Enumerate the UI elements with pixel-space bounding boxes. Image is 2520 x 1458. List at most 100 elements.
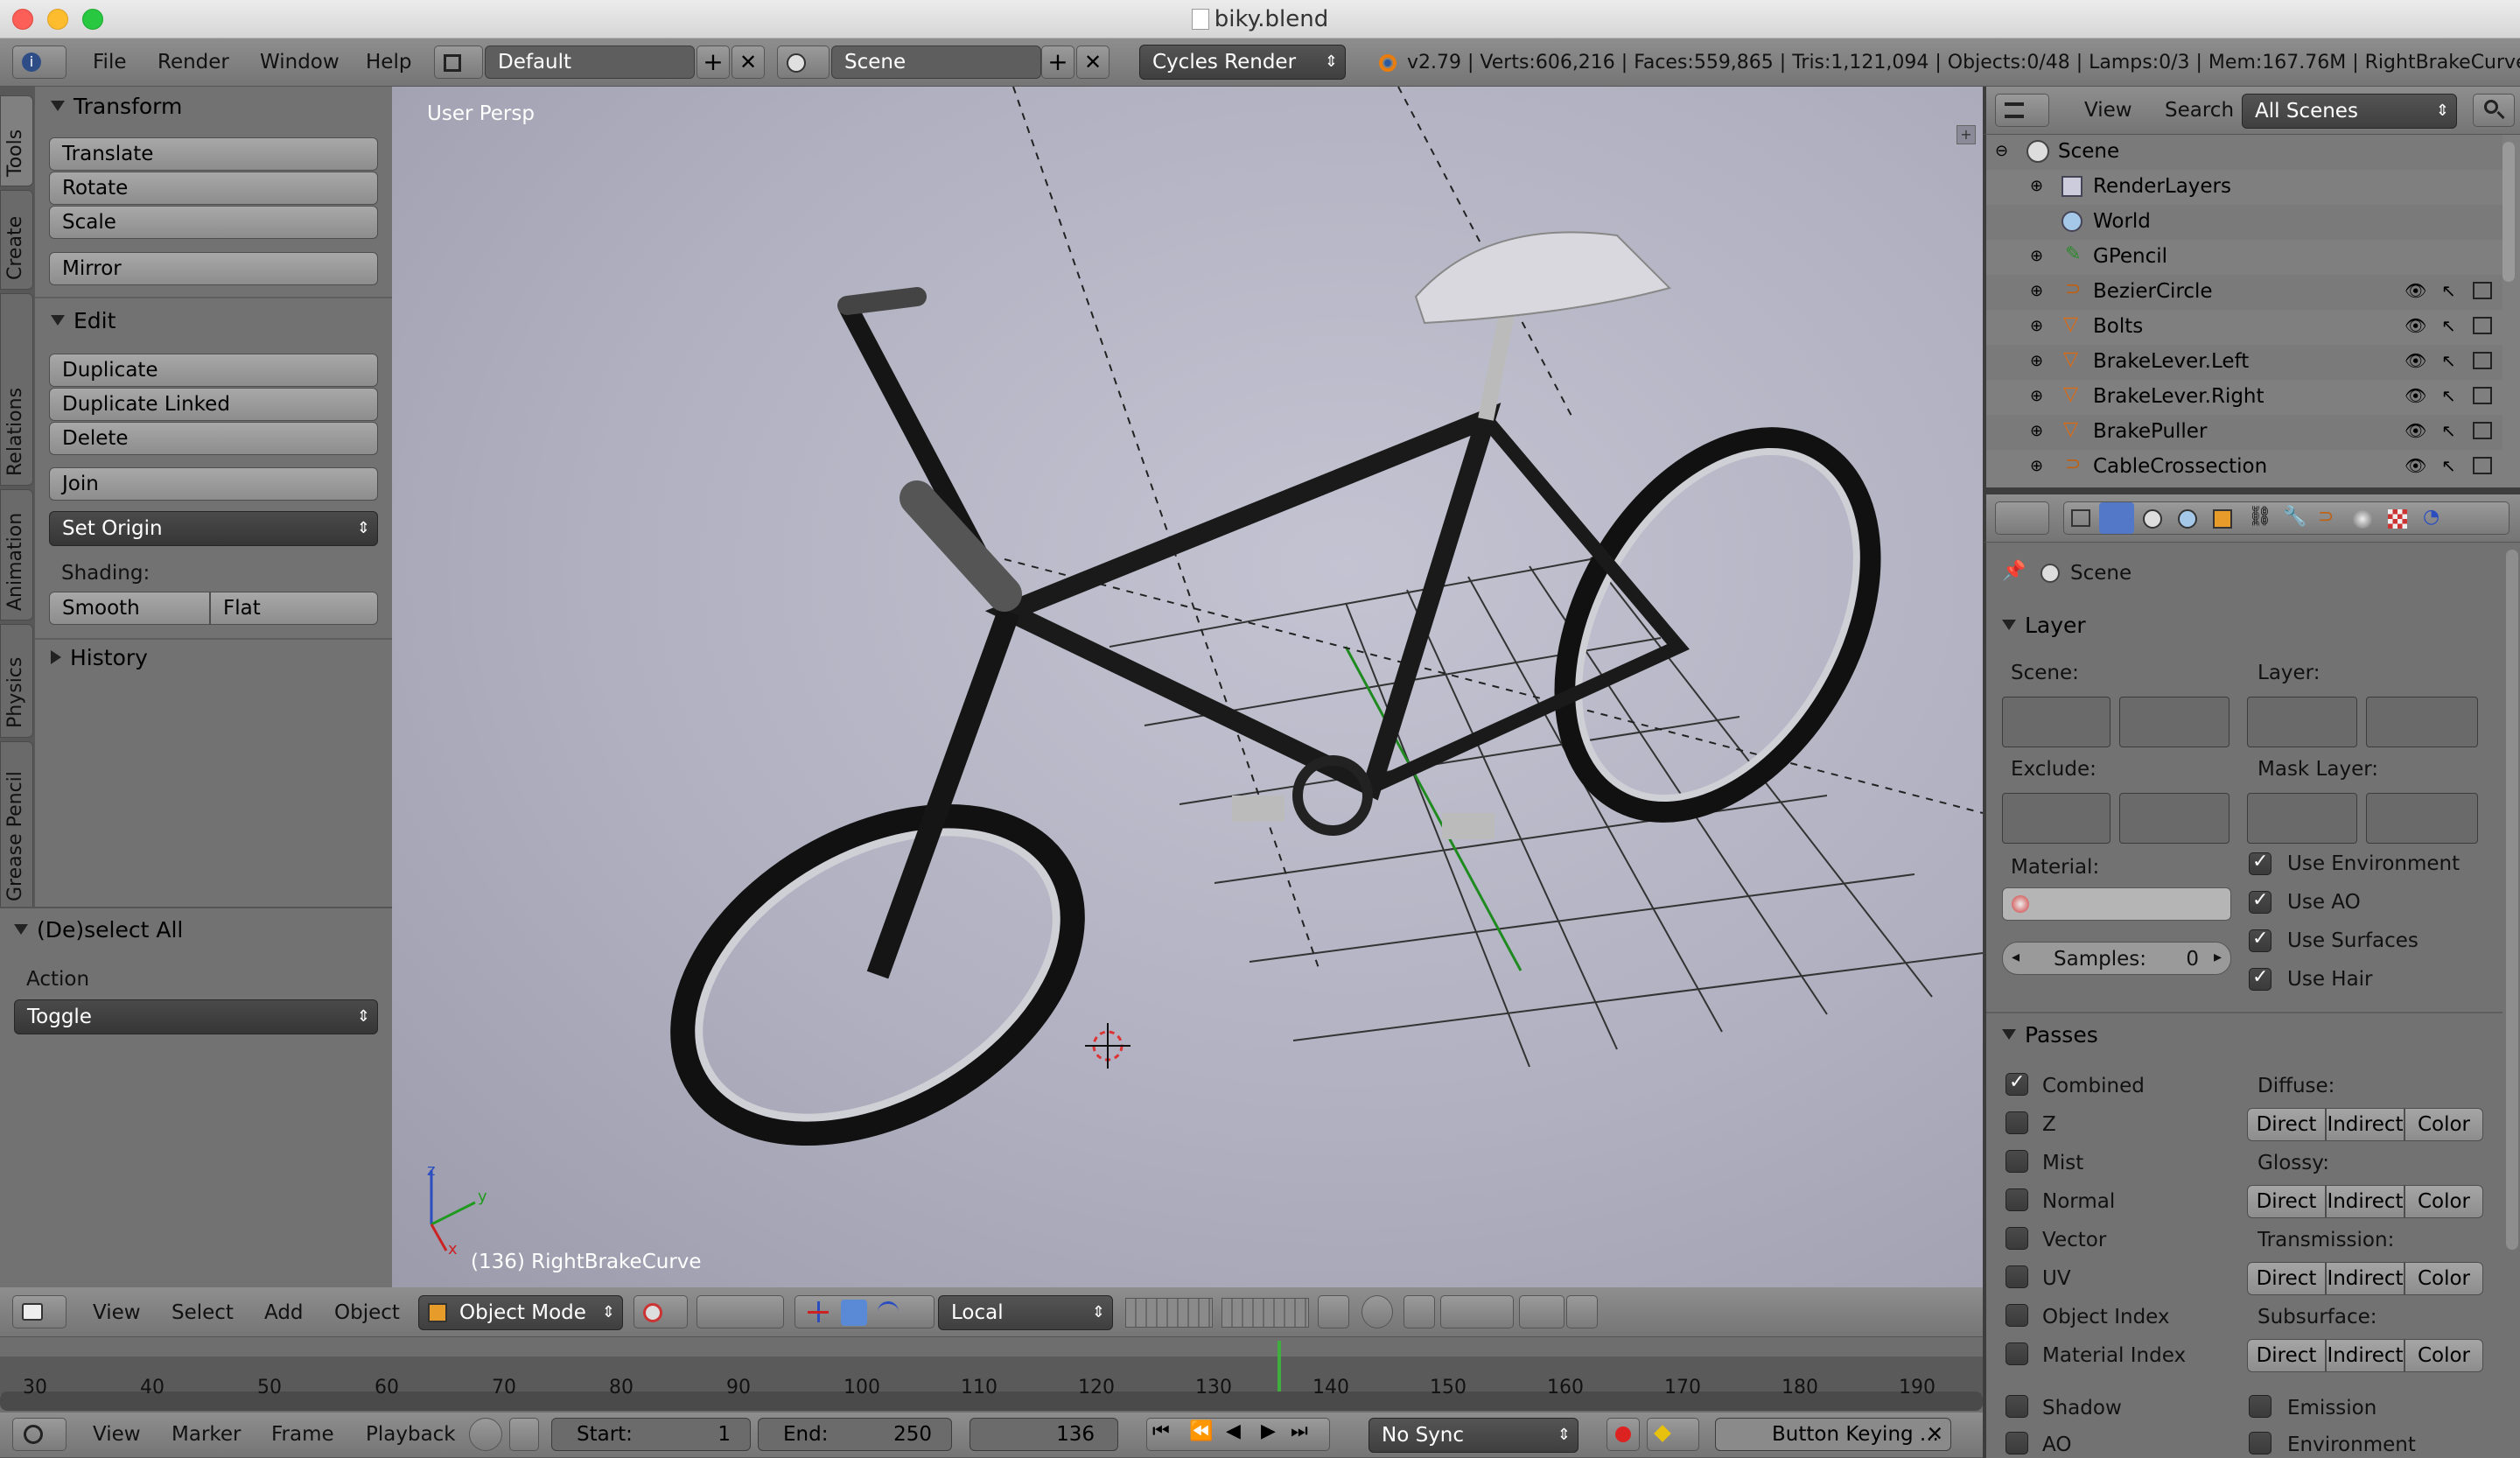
object-index-pass-checkbox[interactable] <box>2006 1304 2028 1327</box>
samples-field[interactable]: ◂ Samples: 0 ▸ <box>2002 942 2231 975</box>
transmission-color-button[interactable]: Color <box>2404 1262 2483 1295</box>
z-pass-checkbox[interactable] <box>2006 1111 2028 1134</box>
expand-icon[interactable]: ⊕ <box>2030 387 2043 405</box>
menu-render[interactable]: Render <box>149 46 238 79</box>
expand-icon[interactable]: ⊕ <box>2030 282 2043 300</box>
expand-icon[interactable]: ⊕ <box>2030 317 2043 335</box>
selectable-cursor-icon[interactable]: ↖ <box>2441 420 2456 441</box>
pin-icon[interactable]: 📌 <box>2002 560 2026 582</box>
outliner-menu-search[interactable]: Search <box>2156 94 2243 127</box>
flat-button[interactable]: Flat <box>210 592 378 625</box>
render-tab-icon[interactable] <box>2071 509 2090 527</box>
use-environment-checkbox[interactable] <box>2249 851 2272 875</box>
expand-icon[interactable]: ⊕ <box>2030 177 2043 195</box>
constraints-tab-icon[interactable]: ⛓ <box>2248 506 2272 528</box>
start-frame-field[interactable]: Start: 1 <box>551 1418 751 1451</box>
expand-icon[interactable]: ⊕ <box>2030 422 2043 440</box>
viewport-shading-icon[interactable] <box>634 1295 688 1328</box>
selectable-cursor-icon[interactable]: ↖ <box>2441 315 2456 336</box>
transform-orientation-dropdown[interactable]: Local ⇕ <box>938 1295 1113 1330</box>
play-reverse-icon[interactable]: ◀ <box>1226 1420 1241 1442</box>
menu-view[interactable]: View <box>84 1418 150 1451</box>
jump-end-icon[interactable]: ⏭ <box>1291 1420 1308 1442</box>
use-hair-checkbox[interactable] <box>2249 966 2272 991</box>
editor-type-button[interactable]: i <box>12 46 66 79</box>
selectable-cursor-icon[interactable]: ↖ <box>2441 455 2456 476</box>
mode-dropdown[interactable]: Object Mode ⇕ <box>418 1295 623 1330</box>
remove-scene-icon[interactable]: ✕ <box>1076 46 1110 79</box>
menu-playback[interactable]: Playback <box>357 1418 465 1451</box>
keying-set-field[interactable]: Button Keying ... ✕ <box>1715 1418 1951 1451</box>
visibility-eye-icon[interactable]: 👁 <box>2404 280 2426 301</box>
outliner-row-beziercircle[interactable]: ⊕ ⊃ BezierCircle 👁 ↖ <box>1986 275 2502 310</box>
ao-pass-checkbox[interactable] <box>2006 1432 2028 1454</box>
combined-pass-checkbox[interactable] <box>2006 1071 2028 1096</box>
material-index-pass-checkbox[interactable] <box>2006 1342 2028 1365</box>
renderable-camera-icon[interactable] <box>2473 352 2492 369</box>
renderable-camera-icon[interactable] <box>2473 282 2492 299</box>
play-icon[interactable]: ▶ <box>1261 1420 1276 1442</box>
expand-icon[interactable]: ⊕ <box>2030 247 2043 265</box>
decrement-icon[interactable]: ◂ <box>2012 948 2020 966</box>
record-icon[interactable] <box>1606 1418 1640 1451</box>
diffuse-direct-button[interactable]: Direct <box>2247 1108 2326 1141</box>
duplicate-linked-button[interactable]: Duplicate Linked <box>49 388 378 421</box>
outliner-row-brakelever-right[interactable]: ⊕ ▽ BrakeLever.Right 👁 ↖ <box>1986 380 2502 415</box>
uv-pass-checkbox[interactable] <box>2006 1265 2028 1288</box>
outliner-menu-view[interactable]: View <box>2076 94 2141 127</box>
selectable-cursor-icon[interactable]: ↖ <box>2441 350 2456 371</box>
preview-range-icon[interactable] <box>469 1418 502 1451</box>
sync-mode-dropdown[interactable]: No Sync ⇕ <box>1368 1418 1578 1453</box>
outliner-row-bolts[interactable]: ⊕ ▽ Bolts 👁 ↖ <box>1986 310 2502 345</box>
exclude-layers-grid-b[interactable] <box>2119 793 2230 844</box>
expand-icon[interactable]: ⊕ <box>2030 457 2043 475</box>
use-ao-checkbox[interactable] <box>2249 889 2272 914</box>
shadow-pass-checkbox[interactable] <box>2006 1395 2028 1418</box>
outliner-row-world[interactable]: World <box>1986 205 2502 240</box>
renderable-camera-icon[interactable] <box>2473 422 2492 439</box>
visibility-eye-icon[interactable]: 👁 <box>2404 350 2426 371</box>
action-dropdown[interactable]: Toggle ⇕ <box>14 999 378 1034</box>
add-scene-icon[interactable]: + <box>1041 46 1074 79</box>
visibility-eye-icon[interactable]: 👁 <box>2404 315 2426 336</box>
glossy-direct-button[interactable]: Direct <box>2247 1185 2326 1218</box>
delete-button[interactable]: Delete <box>49 422 378 455</box>
outliner-row-cablecrossection[interactable]: ⊕ ⊃ CableCrossection 👁 ↖ <box>1986 450 2502 485</box>
outliner-scrollbar[interactable] <box>2502 142 2515 282</box>
render-layers-grid-b[interactable] <box>2366 697 2478 747</box>
scene-name-field[interactable]: Scene <box>831 46 1041 79</box>
selectable-cursor-icon[interactable]: ↖ <box>2441 385 2456 406</box>
layer-buttons-right[interactable] <box>1222 1298 1309 1328</box>
scene-tab-icon[interactable] <box>2143 509 2162 529</box>
outliner-row-renderlayers[interactable]: ⊕ RenderLayers <box>1986 170 2502 205</box>
subsurface-indirect-button[interactable]: Indirect <box>2326 1339 2404 1372</box>
render-layers-tab-icon[interactable] <box>2099 502 2134 534</box>
material-override-field[interactable] <box>2002 887 2231 921</box>
current-frame-field[interactable]: 136 <box>970 1418 1118 1451</box>
menu-object[interactable]: Object <box>326 1296 409 1329</box>
diffuse-indirect-button[interactable]: Indirect <box>2326 1108 2404 1141</box>
renderable-camera-icon[interactable] <box>2473 457 2492 474</box>
properties-scrollbar[interactable] <box>2506 550 2518 1250</box>
pivot-point-icon[interactable] <box>696 1295 784 1328</box>
history-panel-header[interactable]: History <box>51 645 148 670</box>
3d-viewport[interactable]: User Persp z y x (136) RightBrakeCurve + <box>392 87 1983 1287</box>
tab-create[interactable]: Create <box>0 190 33 290</box>
layer-buttons-left[interactable] <box>1125 1298 1213 1328</box>
tab-tools[interactable]: Tools <box>0 95 33 186</box>
vector-pass-checkbox[interactable] <box>2006 1227 2028 1250</box>
menu-marker[interactable]: Marker <box>163 1418 250 1451</box>
tab-relations[interactable]: Relations <box>0 293 33 486</box>
world-tab-icon[interactable] <box>2178 509 2197 529</box>
glossy-indirect-button[interactable]: Indirect <box>2326 1185 2404 1218</box>
emission-pass-checkbox[interactable] <box>2249 1395 2272 1418</box>
tab-physics[interactable]: Physics <box>0 624 33 738</box>
menu-window[interactable]: Window <box>251 46 348 79</box>
mask-layers-grid-b[interactable] <box>2366 793 2478 844</box>
subsurface-direct-button[interactable]: Direct <box>2247 1339 2326 1372</box>
add-layout-icon[interactable]: + <box>696 46 730 79</box>
set-origin-dropdown[interactable]: Set Origin ⇕ <box>49 511 378 546</box>
lock-layers-icon[interactable] <box>1318 1295 1349 1328</box>
expand-icon[interactable]: ⊕ <box>2030 352 2043 370</box>
toolbar-toggle-icon[interactable]: + <box>1956 125 1976 144</box>
